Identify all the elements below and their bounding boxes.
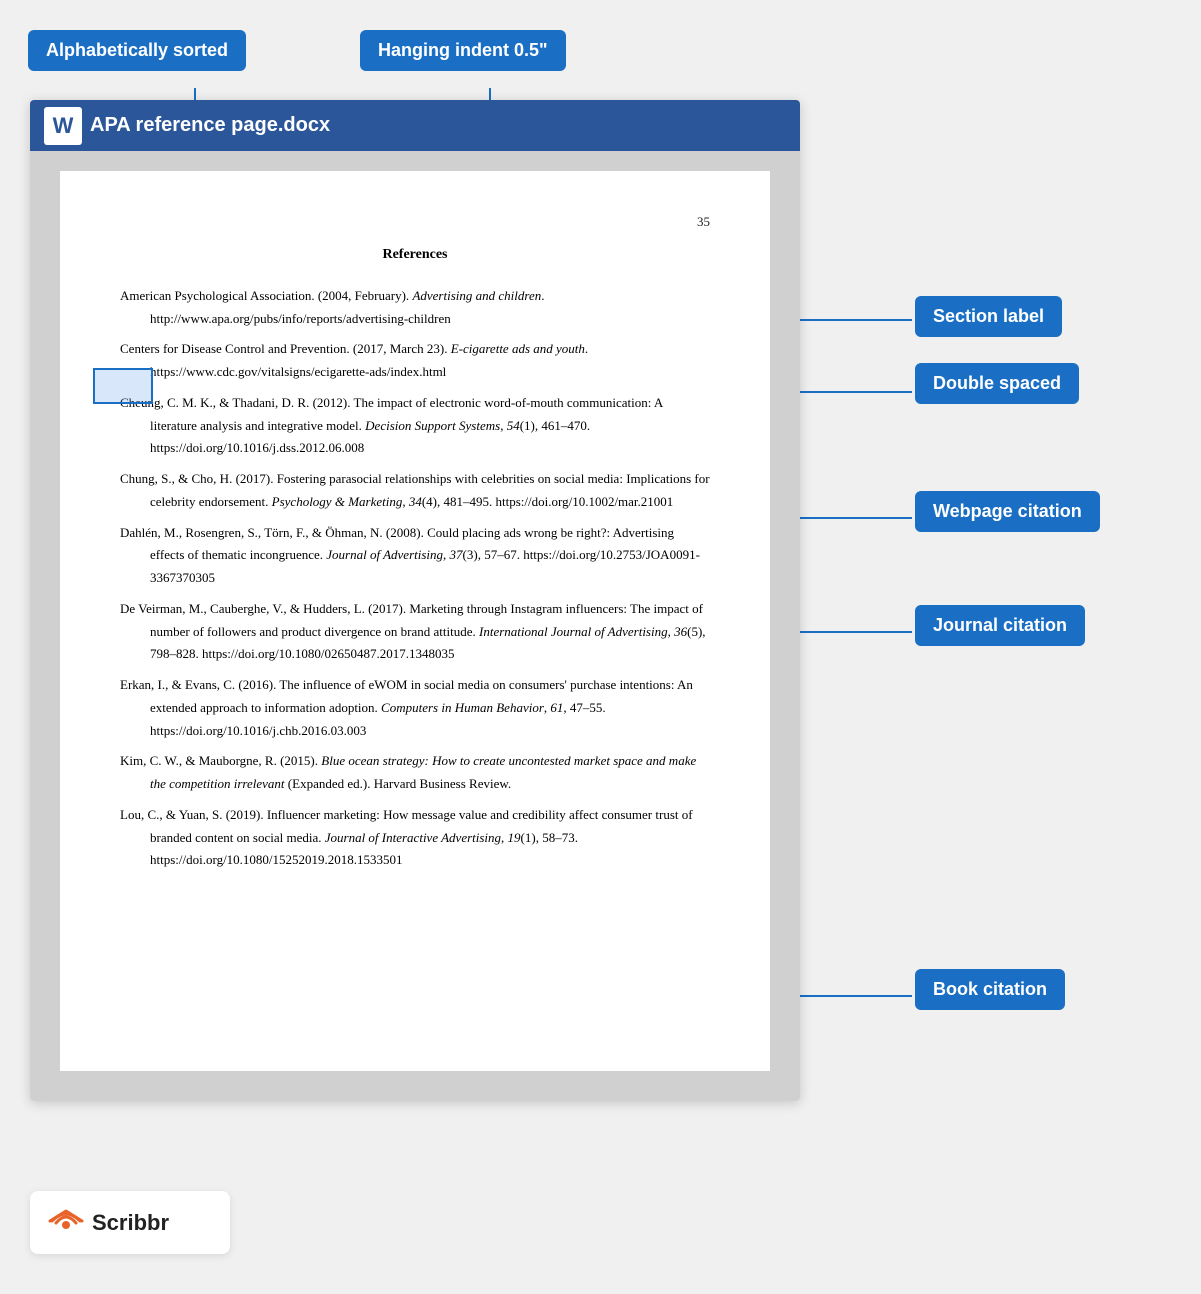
ref-entry-deveirman2017: De Veirman, M., Cauberghe, V., & Hudders… bbox=[120, 598, 710, 666]
section-label-badge: Section label bbox=[915, 296, 1062, 337]
ref-entry-cdc2017: Centers for Disease Control and Preventi… bbox=[120, 338, 710, 384]
webpage-citation-badge: Webpage citation bbox=[915, 491, 1100, 532]
ref-text-cdc2017: Centers for Disease Control and Preventi… bbox=[120, 338, 710, 384]
scribbr-icon bbox=[48, 1201, 84, 1244]
double-spaced-badge: Double spaced bbox=[915, 363, 1079, 404]
ref-text-chung2017: Chung, S., & Cho, H. (2017). Fostering p… bbox=[120, 468, 710, 514]
word-icon-letter: W bbox=[53, 113, 74, 139]
ref-text-kim2015: Kim, C. W., & Mauborgne, R. (2015). Blue… bbox=[120, 750, 710, 796]
word-title: APA reference page.docx bbox=[90, 114, 330, 137]
ref-text-apa2004: American Psychological Association. (200… bbox=[120, 285, 710, 331]
scribbr-footer: Scribbr bbox=[30, 1191, 230, 1254]
main-container: Alphabetically sorted Hanging indent 0.5… bbox=[0, 0, 1201, 1294]
ref-text-deveirman2017: De Veirman, M., Cauberghe, V., & Hudders… bbox=[120, 598, 710, 666]
word-content: 35 References American Psychological Ass… bbox=[30, 151, 800, 1101]
ref-entry-cheung2012: Cheung, C. M. K., & Thadani, D. R. (2012… bbox=[120, 392, 710, 460]
word-icon: W bbox=[44, 107, 82, 145]
ref-entry-kim2015: Kim, C. W., & Mauborgne, R. (2015). Blue… bbox=[120, 750, 710, 796]
hanging-indent-label: Hanging indent 0.5" bbox=[360, 30, 566, 71]
word-titlebar: W APA reference page.docx bbox=[30, 100, 800, 151]
journal-citation-badge: Journal citation bbox=[915, 605, 1085, 646]
document-page: 35 References American Psychological Ass… bbox=[60, 171, 770, 1071]
ref-entry-apa2004: American Psychological Association. (200… bbox=[120, 285, 710, 331]
scribbr-name: Scribbr bbox=[92, 1210, 169, 1236]
book-citation-badge: Book citation bbox=[915, 969, 1065, 1010]
references-heading: References bbox=[120, 243, 710, 267]
alphabetically-sorted-label: Alphabetically sorted bbox=[28, 30, 246, 71]
ref-entry-dahlen2008: Dahlén, M., Rosengren, S., Törn, F., & Ö… bbox=[120, 522, 710, 590]
word-window: W APA reference page.docx 35 References … bbox=[30, 100, 800, 1101]
ref-text-cheung2012: Cheung, C. M. K., & Thadani, D. R. (2012… bbox=[120, 392, 710, 460]
scribbr-svg-icon bbox=[48, 1201, 84, 1237]
page-number: 35 bbox=[120, 211, 710, 233]
ref-text-erkan2016: Erkan, I., & Evans, C. (2016). The influ… bbox=[120, 674, 710, 742]
ref-text-lou2019: Lou, C., & Yuan, S. (2019). Influencer m… bbox=[120, 804, 710, 872]
ref-text-dahlen2008: Dahlén, M., Rosengren, S., Törn, F., & Ö… bbox=[120, 522, 710, 590]
ref-entry-erkan2016: Erkan, I., & Evans, C. (2016). The influ… bbox=[120, 674, 710, 742]
ref-entry-chung2017: Chung, S., & Cho, H. (2017). Fostering p… bbox=[120, 468, 710, 514]
ref-entry-lou2019: Lou, C., & Yuan, S. (2019). Influencer m… bbox=[120, 804, 710, 872]
